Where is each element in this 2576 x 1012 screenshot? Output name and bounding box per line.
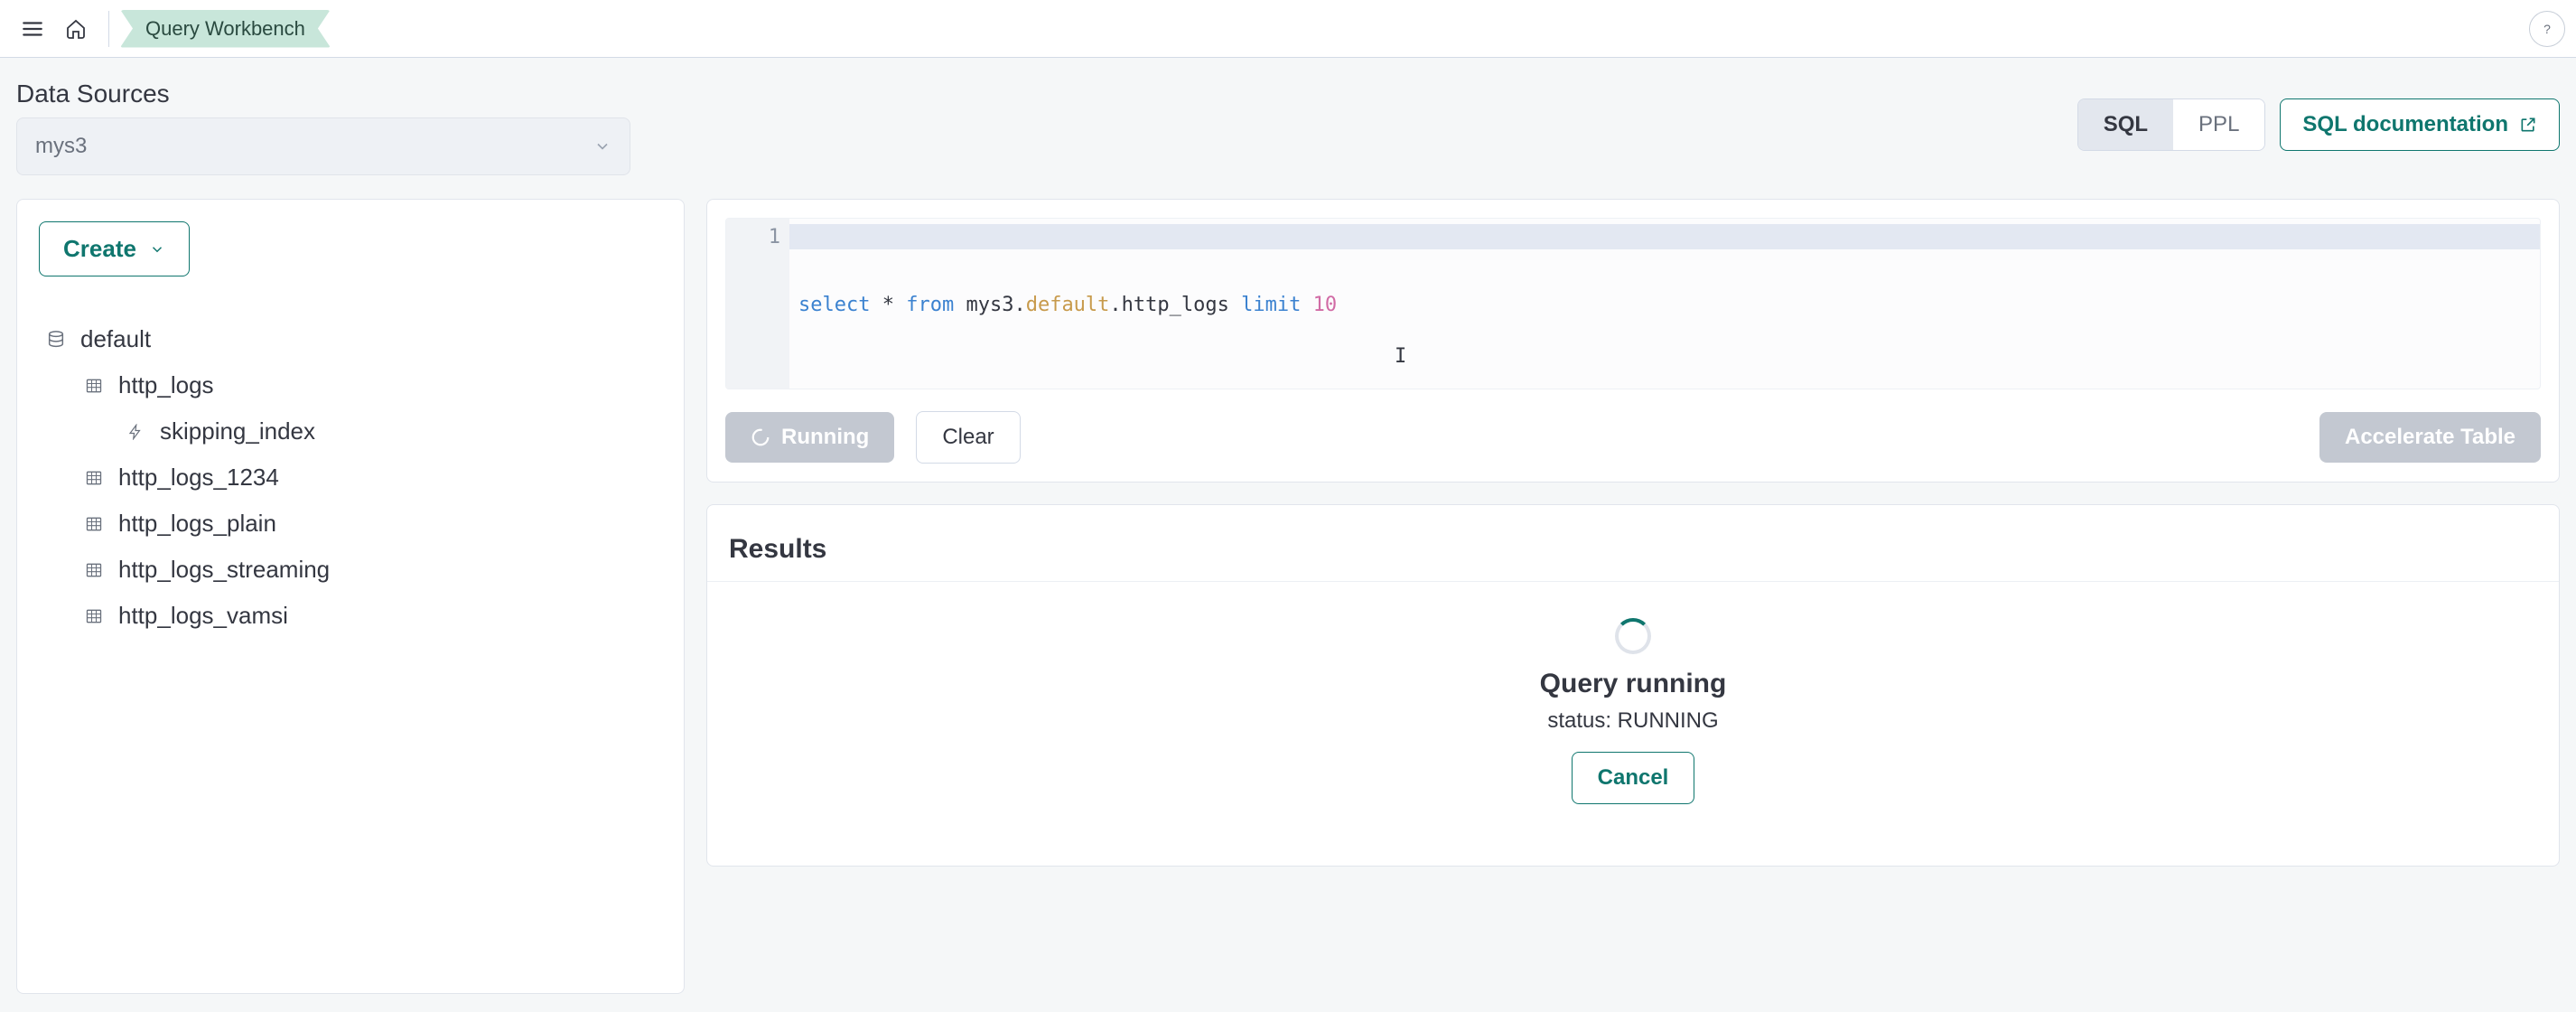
create-button[interactable]: Create [39,221,190,276]
query-editor[interactable]: 1 select * from mys3.default.http_logs l… [725,218,2541,389]
accelerate-button-label: Accelerate Table [2345,425,2515,450]
text-cursor-icon: I [1395,345,1406,368]
tree-index-label: skipping_index [160,417,315,445]
tok-ns: default [1026,294,1110,316]
cancel-button-label: Cancel [1598,765,1669,791]
main: 1 select * from mys3.default.http_logs l… [706,199,2560,867]
data-sources-block: Data Sources mys3 [16,74,630,175]
tok-path2: .http_logs [1109,294,1228,316]
accelerate-table-button[interactable]: Accelerate Table [2319,412,2541,463]
chevron-down-icon [593,137,611,155]
loading-spinner-icon [1615,618,1651,654]
breadcrumb[interactable]: Query Workbench [120,10,331,48]
tree-database-label: default [80,325,151,353]
data-sources-label: Data Sources [16,74,630,117]
query-running-status: status: RUNNING [1547,708,1718,734]
tree-table[interactable]: http_logs_streaming [39,547,662,593]
editor-textarea[interactable]: select * from mys3.default.http_logs lim… [789,219,2540,389]
tree-table[interactable]: http_logs_vamsi [39,593,662,639]
bolt-icon [124,424,147,440]
table-icon [82,607,106,625]
header-right: SQL PPL SQL documentation [2077,98,2560,151]
sql-documentation-label: SQL documentation [2302,112,2508,137]
tree-index[interactable]: skipping_index [39,408,662,454]
lang-sql-button[interactable]: SQL [2078,99,2173,150]
line-number: 1 [726,226,780,248]
editor-active-line [789,224,2540,249]
editor-gutter: 1 [726,219,789,389]
table-icon [82,377,106,395]
create-button-label: Create [63,235,136,263]
data-source-select[interactable]: mys3 [16,117,630,175]
data-source-selected: mys3 [35,134,87,159]
table-icon [82,515,106,533]
run-button[interactable]: Running [725,412,894,463]
schema-tree: default http_logs skipping_index [39,316,662,639]
tok-star: * [882,294,894,316]
tree-table-label: http_logs_1234 [118,464,279,492]
tok-select: select [798,294,870,316]
help-icon[interactable]: ? [2529,11,2565,47]
lang-toggle: SQL PPL [2077,98,2266,151]
body: Create default http_logs [16,199,2560,994]
sidebar: Create default http_logs [16,199,685,994]
lang-ppl-button[interactable]: PPL [2173,99,2264,150]
editor-code: select * from mys3.default.http_logs lim… [798,294,2531,316]
sql-documentation-link[interactable]: SQL documentation [2280,98,2560,151]
home-icon[interactable] [54,7,98,51]
tree-table[interactable]: http_logs_1234 [39,454,662,501]
tree-table-label: http_logs_plain [118,510,276,538]
spinner-icon [751,427,770,447]
tree-table-label: http_logs_streaming [118,556,330,584]
tree-table[interactable]: http_logs_plain [39,501,662,547]
results-card: Results Query running status: RUNNING Ca… [706,504,2560,867]
query-running-title: Query running [1540,669,1727,699]
topbar: Query Workbench ? [0,0,2576,58]
chevron-down-icon [149,241,165,258]
results-body: Query running status: RUNNING Cancel [725,582,2541,848]
tree-table[interactable]: http_logs [39,362,662,408]
clear-button[interactable]: Clear [916,411,1020,464]
database-icon [44,330,68,350]
clear-button-label: Clear [942,425,994,450]
results-heading: Results [725,523,2541,581]
tree-table-label: http_logs [118,371,214,399]
editor-actions: Running Clear Accelerate Table [725,411,2541,464]
tok-num: 10 [1313,294,1338,316]
tree-database[interactable]: default [39,316,662,362]
tok-path1: mys3. [966,294,1025,316]
tok-limit: limit [1241,294,1301,316]
cancel-button[interactable]: Cancel [1572,752,1695,804]
table-icon [82,561,106,579]
tok-from: from [906,294,954,316]
tree-table-label: http_logs_vamsi [118,602,288,630]
external-link-icon [2519,116,2537,134]
editor-card: 1 select * from mys3.default.http_logs l… [706,199,2560,483]
run-button-label: Running [781,425,869,450]
header-row: Data Sources mys3 SQL PPL SQL documentat… [16,74,2560,175]
hamburger-icon[interactable] [11,7,54,51]
table-icon [82,469,106,487]
topbar-divider [108,11,109,47]
